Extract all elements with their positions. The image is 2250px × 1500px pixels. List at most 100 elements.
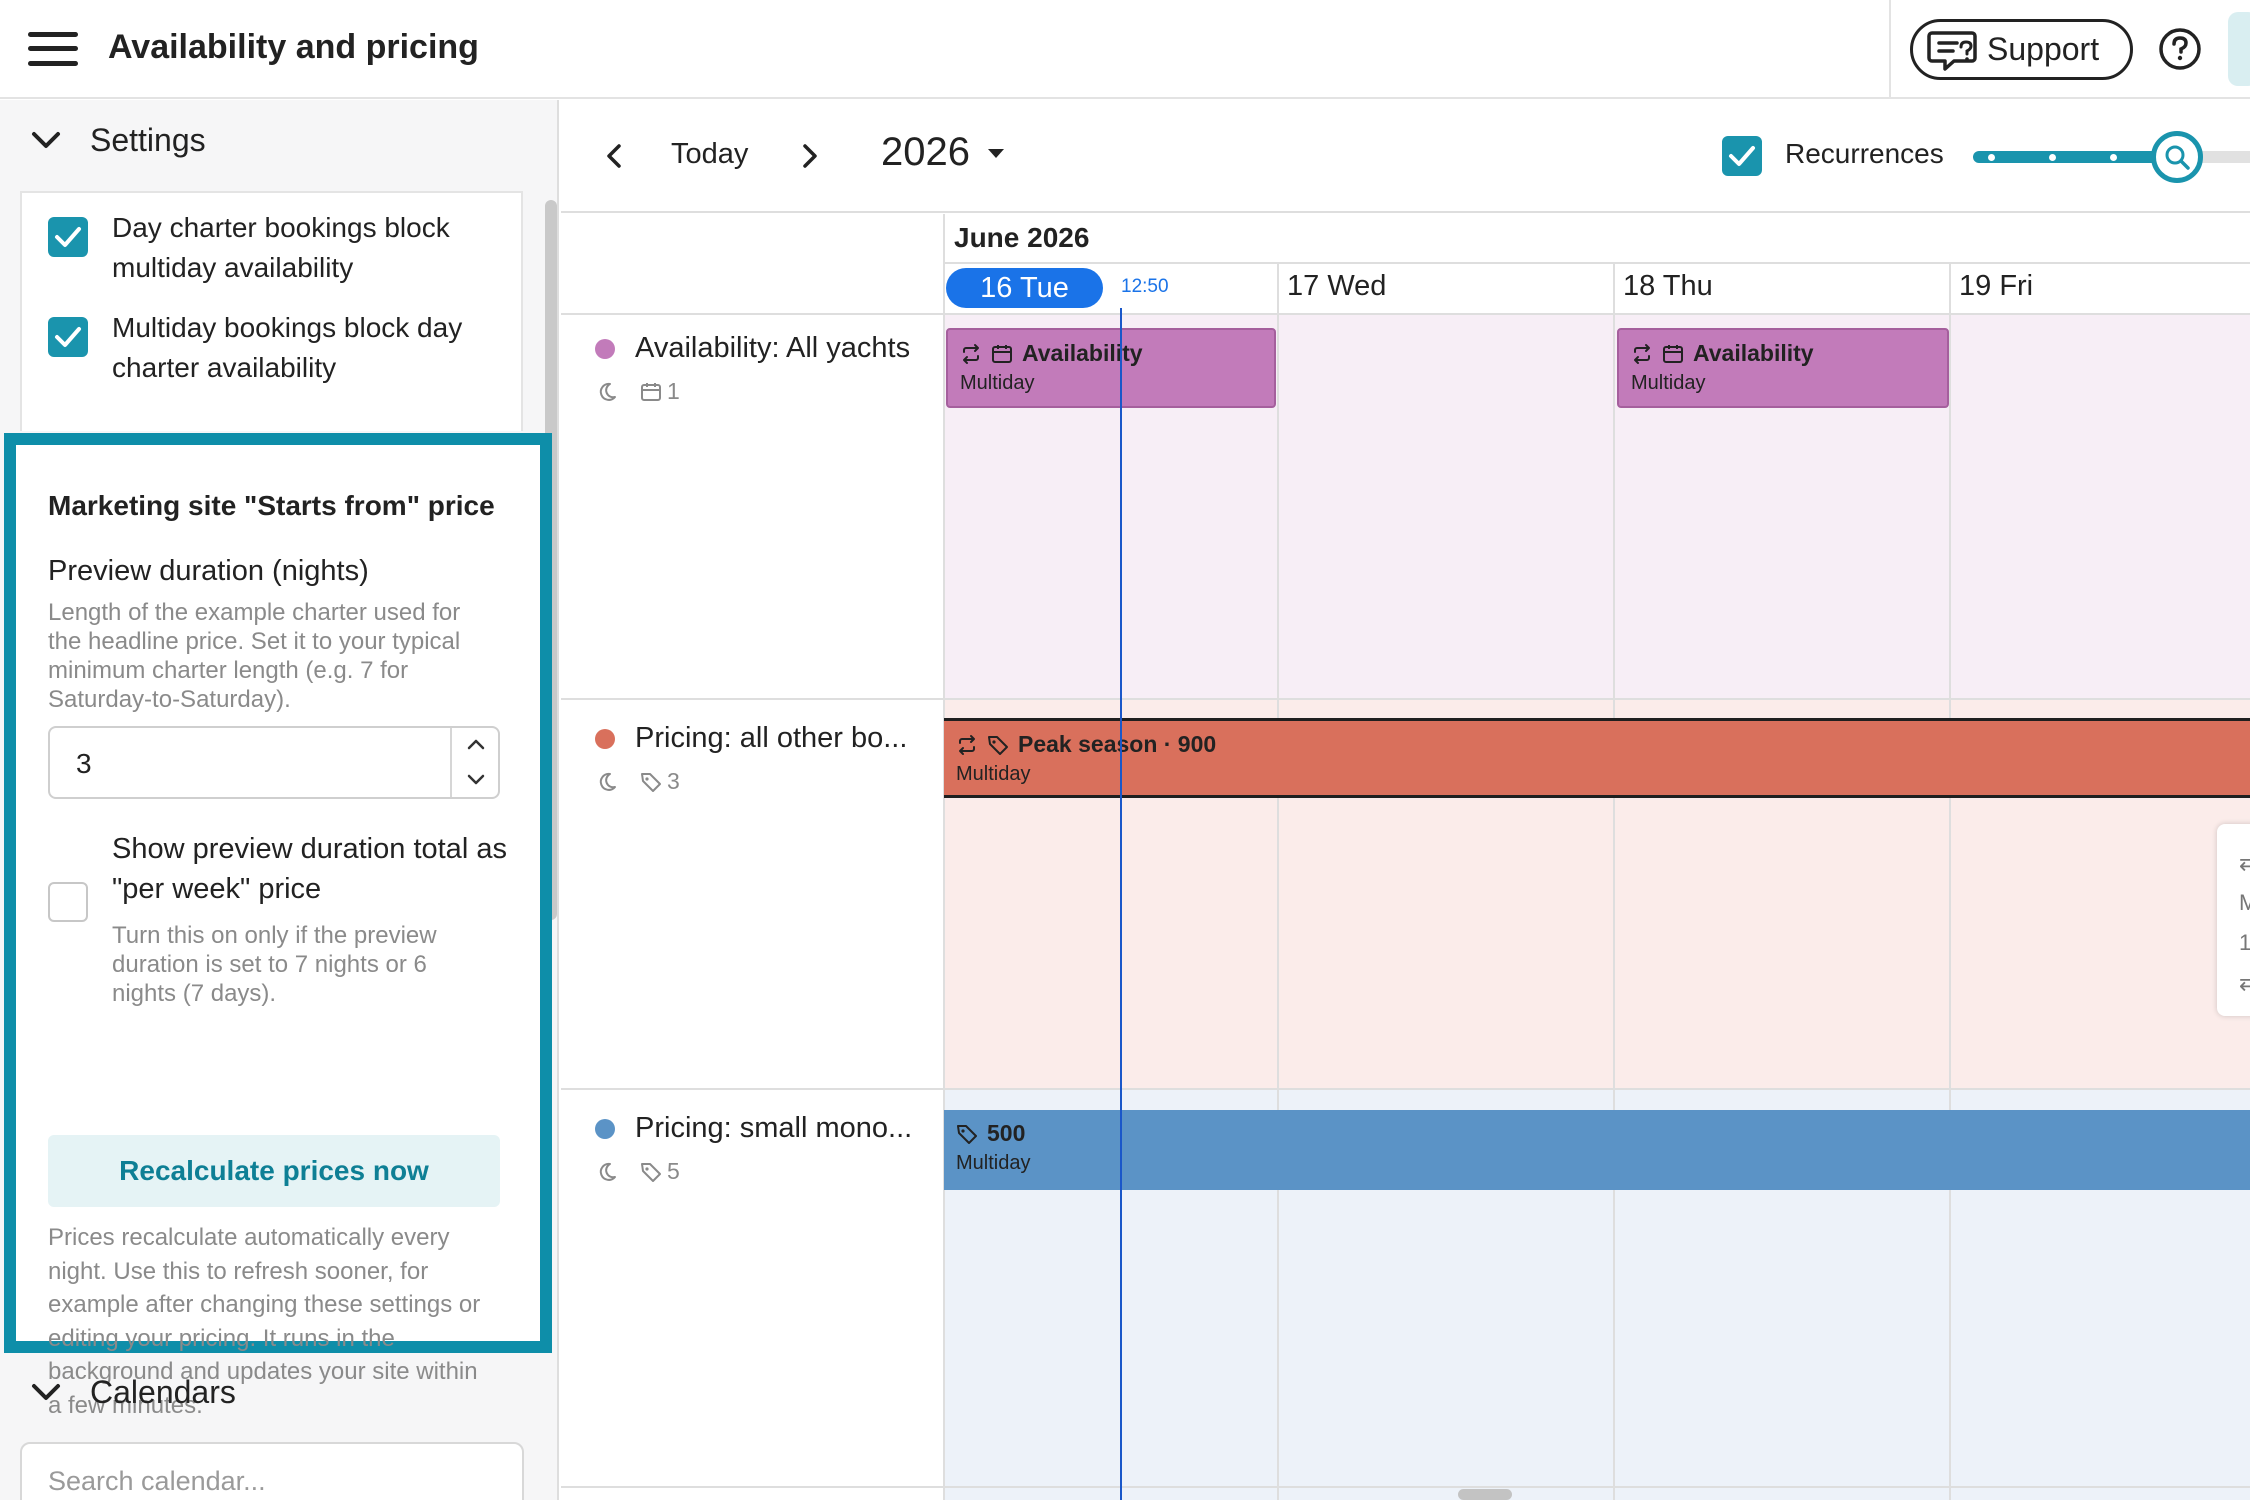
caret-down-icon xyxy=(987,148,1004,158)
repeat-icon xyxy=(1634,343,1650,364)
repeat-icon: ⇄ xyxy=(2239,970,2250,995)
day-header[interactable]: 18 Thu xyxy=(1623,270,1713,303)
availability-event[interactable]: Availability Multiday xyxy=(946,328,1276,408)
support-button[interactable]: Support xyxy=(1910,19,2133,80)
recurrences-label: Recurrences xyxy=(1785,138,1944,169)
day-header[interactable]: 19 Fri xyxy=(1959,270,2033,303)
chat-question-icon xyxy=(1927,30,1977,71)
header-edge-button[interactable] xyxy=(2228,12,2250,86)
small-mono-price-event[interactable]: 500 Multiday xyxy=(944,1110,2250,1190)
menu-icon[interactable] xyxy=(28,30,78,68)
preview-duration-input[interactable]: 3 xyxy=(48,726,500,799)
settings-title: Settings xyxy=(90,121,206,158)
grid-line xyxy=(1613,262,1615,1500)
price-tag-icon xyxy=(957,1124,977,1144)
row-divider xyxy=(561,1088,2250,1090)
chevron-up-icon[interactable] xyxy=(464,734,488,754)
day-header-today[interactable]: 16 Tue xyxy=(946,268,1103,308)
checkmark-icon xyxy=(1729,146,1755,166)
chevron-down-icon[interactable] xyxy=(464,770,488,790)
event-title: Availability xyxy=(960,340,1143,367)
day-charter-block-label: Day charter bookings block multiday avai… xyxy=(112,212,450,283)
calendar-name[interactable]: Pricing: all other bo... xyxy=(635,722,907,755)
event-title: Peak season · 900 xyxy=(956,731,1216,758)
grid-line xyxy=(943,214,945,1500)
top-bar: Availability and pricing Support xyxy=(0,0,2250,99)
price-tag-icon xyxy=(988,735,1008,755)
calendars-section-toggle[interactable]: Calendars xyxy=(0,1352,557,1432)
zoom-slider-handle[interactable] xyxy=(2151,131,2203,183)
availability-event[interactable]: Availability Multiday xyxy=(1617,328,1949,408)
calendar-color-dot xyxy=(595,729,615,749)
day-charter-block-checkbox[interactable] xyxy=(48,217,88,257)
repeat-icon xyxy=(963,343,979,364)
calendar-meta: 3 xyxy=(595,768,680,795)
calendar-count: 3 xyxy=(667,768,680,794)
recurrences-checkbox[interactable] xyxy=(1722,136,1762,176)
recalculate-prices-button[interactable]: Recalculate prices now xyxy=(48,1135,500,1207)
row-divider xyxy=(561,698,2250,700)
calendar-count: 5 xyxy=(667,1158,680,1184)
help-icon[interactable] xyxy=(2158,27,2202,71)
price-tag-icon xyxy=(641,772,661,792)
year-selector[interactable]: 2026 xyxy=(881,130,1006,175)
checkmark-icon xyxy=(55,227,81,247)
grid-line xyxy=(1277,262,1279,1500)
per-week-checkbox[interactable] xyxy=(48,882,88,922)
calendar-color-dot xyxy=(595,1119,615,1139)
calendar-meta: 5 xyxy=(595,1158,680,1185)
moon-icon xyxy=(599,382,616,401)
month-label: June 2026 xyxy=(954,222,1090,253)
event-subtitle: Multiday xyxy=(956,763,1031,785)
calendar-grid: June 2026 16 Tue 12:50 17 Wed 18 Thu 19 … xyxy=(561,214,2250,1500)
page-title: Availability and pricing xyxy=(108,28,479,66)
row-divider xyxy=(561,1486,2250,1488)
peak-season-event[interactable]: Peak season · 900 Multiday xyxy=(944,718,2250,798)
today-button[interactable]: Today xyxy=(671,138,748,171)
chevron-right-icon[interactable] xyxy=(789,136,829,176)
zoom-step-dot xyxy=(2110,154,2117,161)
current-time-label: 12:50 xyxy=(1121,276,1169,297)
event-subtitle: Multiday xyxy=(956,1152,1031,1174)
calendar-name[interactable]: Availability: All yachts xyxy=(635,332,910,365)
chevron-down-icon xyxy=(32,1384,60,1400)
calendar-toolbar: Today 2026 Recurrences xyxy=(561,100,2250,213)
preview-duration-label: Preview duration (nights) xyxy=(48,555,369,587)
calendar-search-input[interactable] xyxy=(48,1466,508,1497)
calendar-name[interactable]: Pricing: small mono... xyxy=(635,1112,912,1145)
event-title: 500 xyxy=(956,1120,1025,1147)
calendar-color-dot xyxy=(595,339,615,359)
multiday-block-label: Multiday bookings block day charter avai… xyxy=(112,312,463,383)
multiday-block-checkbox[interactable] xyxy=(48,317,88,357)
day-header[interactable]: 17 Wed xyxy=(1287,270,1386,303)
year-label: 2026 xyxy=(881,130,970,174)
month-divider xyxy=(943,262,2250,264)
calendar-count: 1 xyxy=(667,378,680,404)
support-label: Support xyxy=(1987,31,2100,67)
zoom-step-dot xyxy=(1988,154,1995,161)
per-week-label: Show preview duration total as "per week… xyxy=(112,833,507,905)
chevron-left-icon[interactable] xyxy=(595,136,635,176)
preview-duration-value: 3 xyxy=(76,748,92,779)
header-divider xyxy=(561,313,2250,315)
chevron-down-icon xyxy=(32,132,60,148)
event-popover[interactable]: ⇄ M 1 ⇄ xyxy=(2217,824,2250,1016)
grid-line xyxy=(1949,262,1951,1500)
calendar-icon xyxy=(1663,344,1683,363)
repeat-icon: ⇄ xyxy=(2239,850,2250,875)
calendar-meta: 1 xyxy=(595,378,680,405)
calendar-search-box xyxy=(20,1442,524,1500)
preview-duration-help: Length of the example charter used for t… xyxy=(48,599,461,713)
event-title: Availability xyxy=(1631,340,1814,367)
duration-stepper[interactable] xyxy=(450,728,498,797)
settings-section-toggle[interactable]: Settings xyxy=(0,100,557,180)
calendars-title: Calendars xyxy=(90,1373,236,1410)
popover-text: M xyxy=(2239,890,2250,915)
marketing-price-panel: Marketing site "Starts from" price Previ… xyxy=(4,433,552,1419)
moon-icon xyxy=(599,772,616,791)
marketing-price-title: Marketing site "Starts from" price xyxy=(48,490,495,521)
horizontal-scrollbar[interactable] xyxy=(1458,1489,1512,1500)
event-subtitle: Multiday xyxy=(1631,372,1706,394)
popover-text: 1 xyxy=(2239,930,2250,955)
zoom-slider-track[interactable] xyxy=(1973,151,2181,163)
